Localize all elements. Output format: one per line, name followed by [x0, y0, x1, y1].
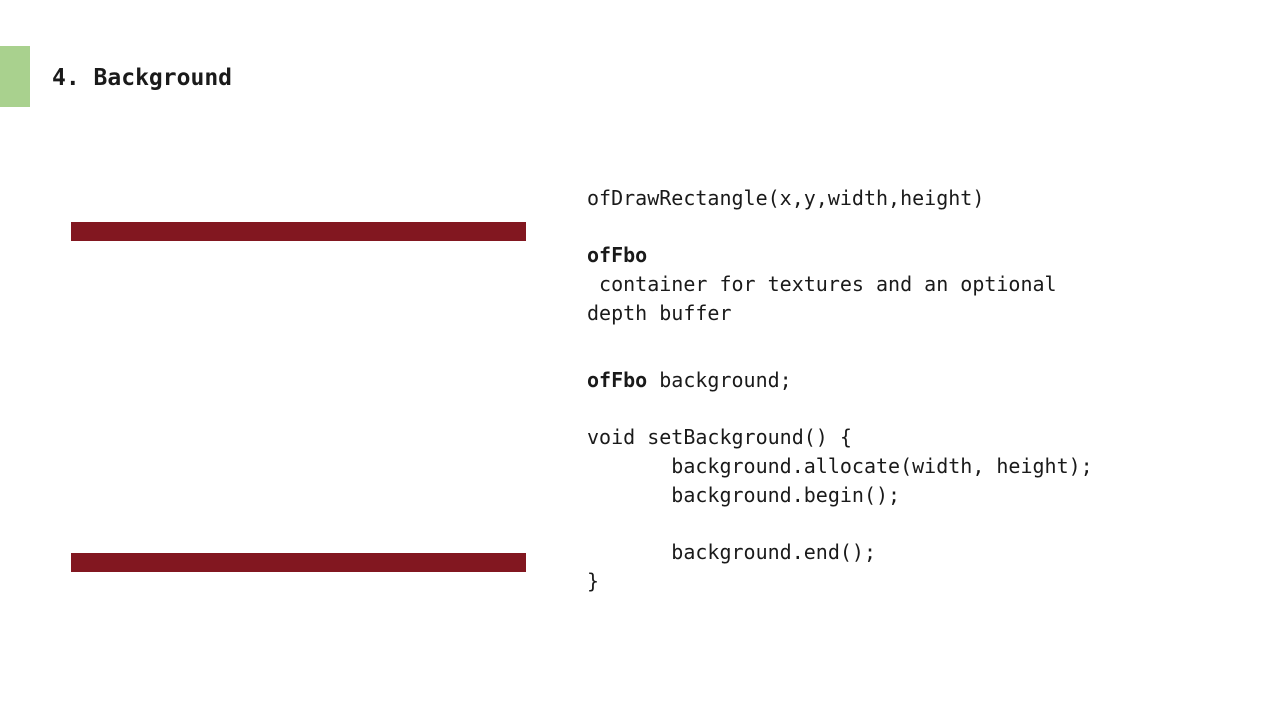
- allocate-line: background.allocate(width, height);: [587, 454, 1093, 478]
- fbo-description-line-2: depth buffer: [587, 301, 732, 325]
- slide: 4. Background ofDrawRectangle(x,y,width,…: [0, 0, 1280, 720]
- fbo-description-line-1: container for textures and an optional: [587, 272, 1057, 296]
- function-open-line: void setBackground() {: [587, 425, 852, 449]
- slide-title: 4. Background: [52, 65, 233, 91]
- top-red-band: [71, 222, 526, 241]
- end-line: background.end();: [587, 540, 876, 564]
- accent-bar: [0, 46, 30, 107]
- bottom-red-band: [71, 553, 526, 572]
- begin-line: background.begin();: [587, 483, 901, 507]
- fbo-heading: ofFbo: [587, 243, 648, 267]
- fbo-declaration: ofFbo background;: [587, 366, 792, 394]
- fbo-declaration-type: ofFbo: [587, 368, 648, 392]
- draw-rectangle-signature: ofDrawRectangle(x,y,width,height): [587, 186, 985, 210]
- function-close-line: }: [587, 569, 600, 593]
- fbo-declaration-name: background;: [647, 368, 792, 392]
